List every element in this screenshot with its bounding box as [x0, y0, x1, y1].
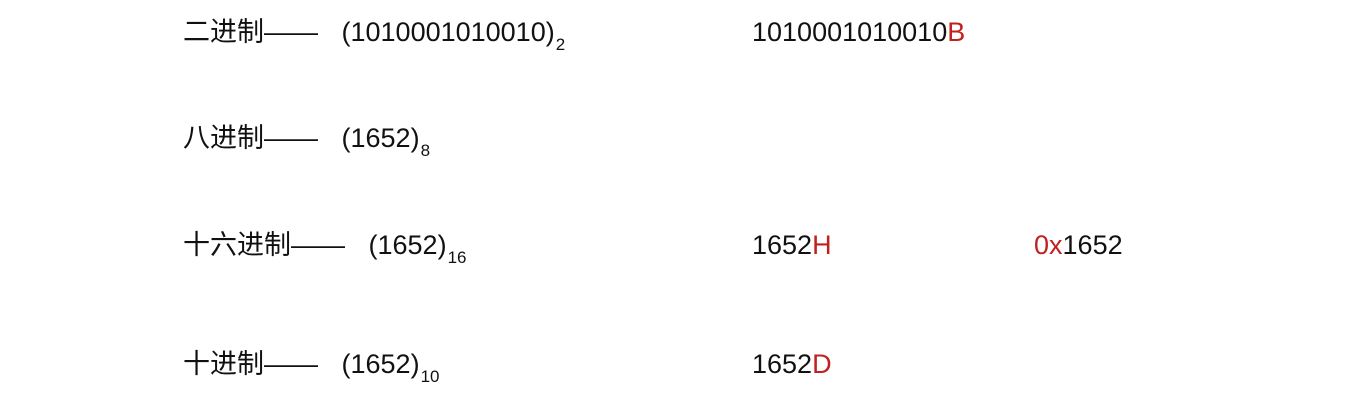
- octal-base-subscript: 8: [420, 141, 431, 160]
- binary-label: 二进制—— (1010001010010)2: [183, 12, 565, 56]
- hex-base-subscript: 16: [447, 248, 467, 267]
- octal-row: 八进制—— (1652)8: [0, 118, 1358, 168]
- hex-prefix-notation: 0x1652: [1034, 225, 1123, 265]
- hex-suffix: H: [812, 230, 832, 260]
- hex-notation: (1652): [368, 230, 447, 260]
- hex-label-text: 十六进制——: [183, 230, 345, 260]
- decimal-notation: (1652): [341, 349, 420, 379]
- hex-row: 十六进制—— (1652)16 1652H 0x1652: [0, 225, 1358, 275]
- hex-prefix: 0x: [1034, 230, 1063, 260]
- decimal-label: 十进制—— (1652)10: [183, 344, 439, 388]
- decimal-label-text: 十进制——: [183, 349, 318, 379]
- decimal-suffix-notation: 1652D: [752, 344, 832, 384]
- decimal-row: 十进制—— (1652)10 1652D: [0, 344, 1358, 394]
- hex-suffix-notation: 1652H: [752, 225, 832, 265]
- binary-label-text: 二进制——: [183, 17, 318, 47]
- binary-base-subscript: 2: [555, 35, 566, 54]
- binary-row: 二进制—— (1010001010010)2 1010001010010B: [0, 12, 1358, 62]
- octal-notation: (1652): [341, 123, 420, 153]
- binary-notation: (1010001010010): [341, 17, 555, 47]
- hex-value: 1652: [752, 230, 813, 260]
- decimal-suffix: D: [812, 349, 832, 379]
- hex-label: 十六进制—— (1652)16: [183, 225, 466, 269]
- binary-value: 1010001010010: [752, 17, 948, 47]
- octal-label: 八进制—— (1652)8: [183, 118, 430, 162]
- binary-suffix: B: [947, 17, 966, 47]
- decimal-base-subscript: 10: [420, 367, 440, 386]
- hex-prefixed-value: 1652: [1062, 230, 1123, 260]
- octal-label-text: 八进制——: [183, 123, 318, 153]
- binary-suffix-notation: 1010001010010B: [752, 12, 965, 52]
- decimal-value: 1652: [752, 349, 813, 379]
